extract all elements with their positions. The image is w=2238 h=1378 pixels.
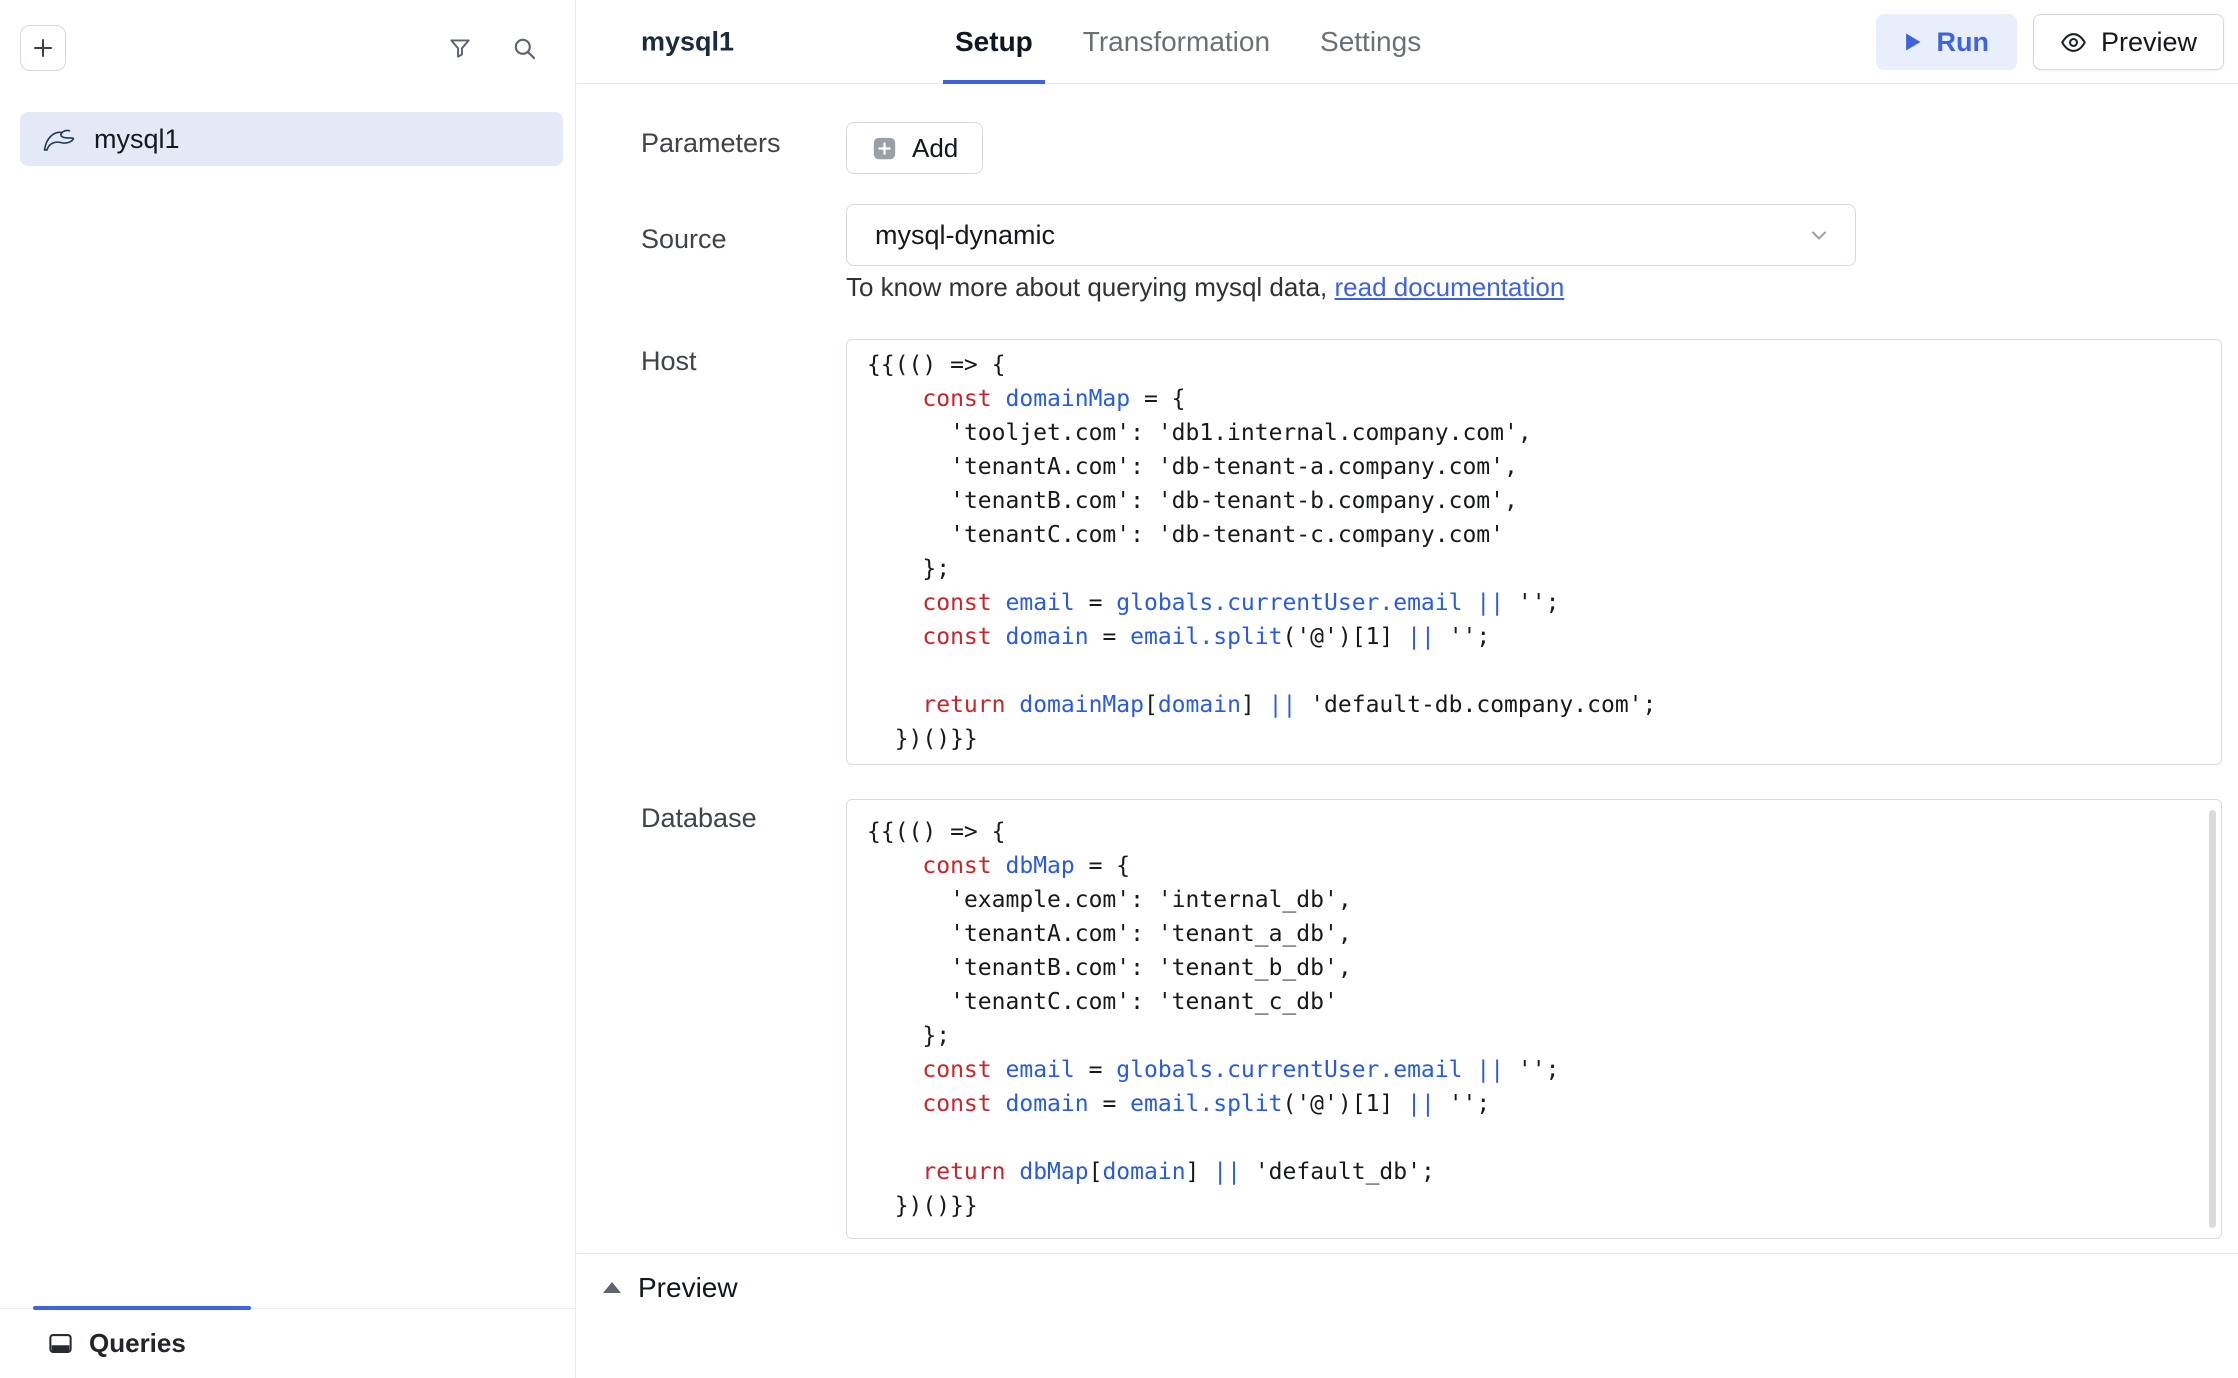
query-header: mysql1 Setup Transformation Settings Run bbox=[577, 0, 2238, 84]
run-button-label: Run bbox=[1936, 27, 1988, 58]
query-setup-panel: mysql1 Setup Transformation Settings Run bbox=[577, 0, 2238, 1378]
add-parameter-label: Add bbox=[912, 133, 958, 164]
query-list-item-mysql1[interactable]: mysql1 bbox=[20, 112, 563, 166]
filter-icon[interactable] bbox=[447, 35, 473, 61]
query-title: mysql1 bbox=[641, 26, 734, 57]
parameters-label: Parameters bbox=[641, 128, 781, 159]
tab-transformation[interactable]: Transformation bbox=[1071, 0, 1282, 83]
source-label: Source bbox=[641, 224, 727, 255]
tab-settings-label: Settings bbox=[1320, 26, 1421, 58]
host-label: Host bbox=[641, 346, 697, 377]
queries-tab[interactable]: Queries bbox=[0, 1309, 575, 1378]
chevron-down-icon bbox=[1807, 223, 1831, 247]
source-select-value: mysql-dynamic bbox=[875, 220, 1055, 251]
query-editor: mysql1 Queries mysql1 Setup Transformati… bbox=[0, 0, 2238, 1378]
preview-section-toggle[interactable]: Preview bbox=[577, 1253, 2238, 1321]
query-list-sidebar: mysql1 Queries bbox=[0, 0, 576, 1378]
tab-transformation-label: Transformation bbox=[1083, 26, 1270, 58]
queries-tab-label: Queries bbox=[89, 1328, 186, 1359]
source-help-prefix: To know more about querying mysql data, bbox=[846, 272, 1334, 302]
read-documentation-link[interactable]: read documentation bbox=[1334, 272, 1564, 302]
sidebar-header bbox=[0, 0, 575, 96]
play-icon bbox=[1904, 32, 1922, 52]
tab-settings[interactable]: Settings bbox=[1308, 0, 1433, 83]
header-tabs: Setup Transformation Settings bbox=[943, 0, 1433, 83]
source-select[interactable]: mysql-dynamic bbox=[846, 204, 1856, 266]
preview-button[interactable]: Preview bbox=[2033, 14, 2224, 70]
query-item-label: mysql1 bbox=[94, 124, 180, 155]
plus-square-icon bbox=[871, 135, 898, 162]
database-code-editor[interactable]: {{(() => { const dbMap = { 'example.com'… bbox=[846, 799, 2222, 1239]
database-label: Database bbox=[641, 803, 757, 834]
queries-tab-active-indicator bbox=[33, 1306, 251, 1310]
preview-section-label: Preview bbox=[638, 1272, 738, 1304]
tab-setup[interactable]: Setup bbox=[943, 0, 1045, 83]
queries-panel-icon bbox=[47, 1330, 74, 1357]
plus-icon bbox=[31, 36, 55, 60]
search-icon[interactable] bbox=[511, 35, 538, 62]
run-button[interactable]: Run bbox=[1876, 14, 2016, 70]
preview-button-label: Preview bbox=[2101, 27, 2197, 58]
source-help-text: To know more about querying mysql data, … bbox=[846, 272, 1564, 303]
database-editor-scrollbar[interactable] bbox=[2209, 810, 2216, 1228]
header-actions: Run Preview bbox=[1876, 14, 2224, 70]
database-code: {{(() => { const dbMap = { 'example.com'… bbox=[867, 815, 2201, 1223]
eye-icon bbox=[2060, 29, 2087, 56]
collapse-up-icon bbox=[603, 1282, 621, 1293]
host-code: {{(() => { const domainMap = { 'tooljet.… bbox=[867, 348, 2201, 756]
host-code-editor[interactable]: {{(() => { const domainMap = { 'tooljet.… bbox=[846, 339, 2222, 765]
add-query-button[interactable] bbox=[20, 25, 66, 71]
tab-setup-label: Setup bbox=[955, 26, 1033, 58]
add-parameter-button[interactable]: Add bbox=[846, 122, 983, 174]
queries-bottom-bar: Queries bbox=[0, 1308, 575, 1378]
mysql-icon bbox=[42, 125, 76, 153]
